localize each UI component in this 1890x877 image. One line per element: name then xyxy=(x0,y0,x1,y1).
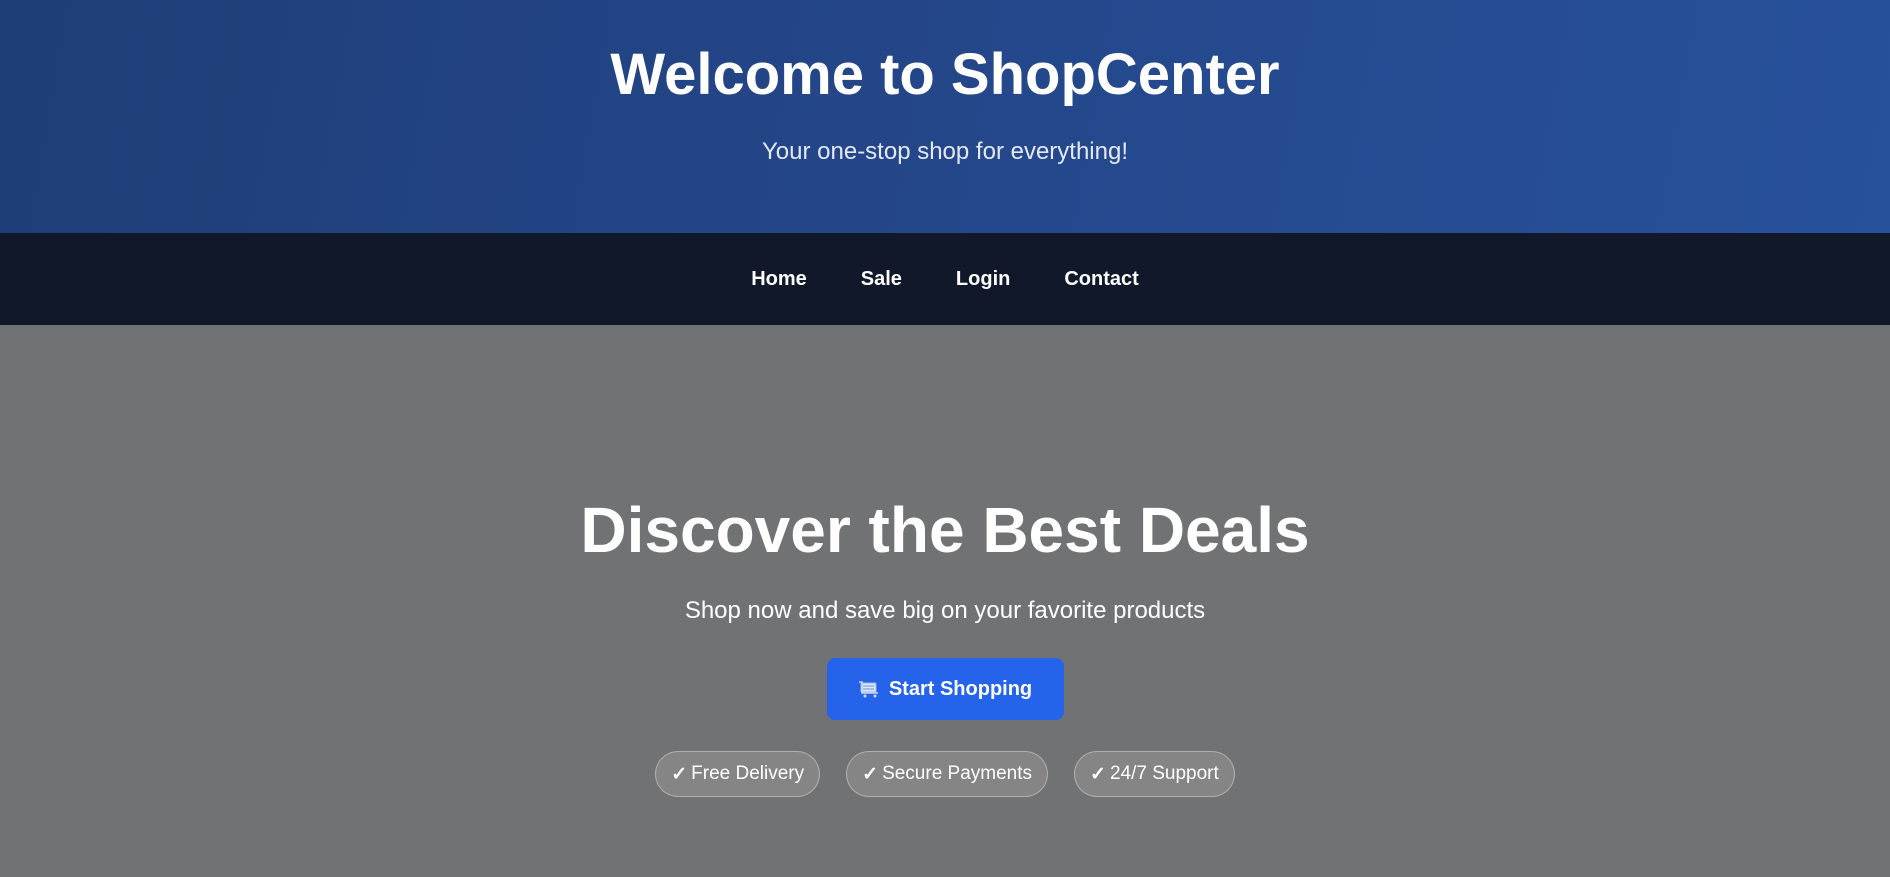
badge-label: Free Delivery xyxy=(691,763,805,784)
start-shopping-label: Start Shopping xyxy=(888,677,1033,700)
nav-item-sale[interactable]: Sale xyxy=(834,260,929,299)
feature-badges: ✓ Free Delivery ✓ Secure Payments ✓ 24/7… xyxy=(0,751,1890,797)
nav-item-login[interactable]: Login xyxy=(929,260,1037,299)
check-icon: ✓ xyxy=(1090,763,1106,785)
hero-section: Discover the Best Deals Shop now and sav… xyxy=(0,325,1890,877)
site-header: Welcome to ShopCenter Your one-stop shop… xyxy=(0,0,1890,233)
hero-title: Discover the Best Deals xyxy=(580,494,1310,566)
site-subtitle: Your one-stop shop for everything! xyxy=(761,138,1128,165)
shopping-cart-icon xyxy=(858,680,881,698)
check-icon: ✓ xyxy=(671,763,688,785)
site-title: Welcome to ShopCenter xyxy=(610,42,1280,107)
badge-support: ✓ 24/7 Support xyxy=(1074,751,1235,797)
badge-label: 24/7 Support xyxy=(1109,763,1219,784)
start-shopping-button[interactable]: Start Shopping xyxy=(827,658,1064,720)
nav-item-contact[interactable]: Contact xyxy=(1037,260,1165,299)
hero-subtitle: Shop now and save big on your favorite p… xyxy=(684,597,1206,624)
badge-secure-payments: ✓ Secure Payments xyxy=(846,751,1049,797)
nav-item-home[interactable]: Home xyxy=(724,260,834,299)
badge-free-delivery: ✓ Free Delivery xyxy=(655,751,821,797)
main-nav: Home Sale Login Contact xyxy=(0,233,1890,325)
badge-label: Secure Payments xyxy=(882,763,1033,784)
check-icon: ✓ xyxy=(862,763,879,785)
